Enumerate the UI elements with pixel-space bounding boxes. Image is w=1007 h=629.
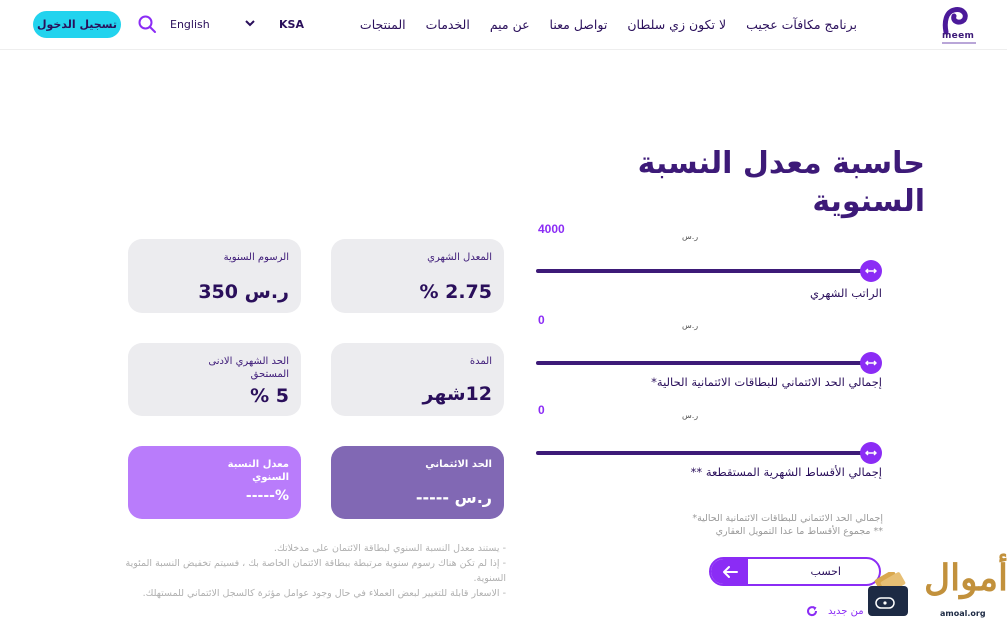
credit-limit-slider-group: 0 ر.س إجمالي الحد الائتماني للبطاقات الا… [536, 313, 882, 393]
refresh-icon [807, 606, 818, 617]
calculate-button[interactable]: احسب [709, 557, 881, 586]
arrow-left-icon [722, 565, 738, 578]
country-selector[interactable]: KSA [279, 18, 304, 31]
salary-currency: ر.س [682, 232, 699, 241]
installments-currency: ر.س [682, 411, 699, 420]
salary-slider-handle[interactable] [860, 260, 882, 282]
search-icon[interactable] [137, 14, 157, 34]
logo-tagline [942, 42, 976, 44]
salary-label: الراتب الشهري [810, 286, 882, 300]
nav-services[interactable]: الخدمات [426, 17, 470, 32]
nav-contact[interactable]: تواصل معنا [550, 17, 608, 32]
calculate-label: احسب [810, 565, 841, 578]
nav-rewards[interactable]: برنامج مكافآت عجيب [746, 17, 857, 32]
footnote-installments: ** مجموع الأقساط ما عدا التمويل العقاري [715, 526, 883, 537]
annual-fees-card: الرسوم السنوية ر.س 350 [128, 239, 301, 313]
reset-button[interactable]: من جديد [806, 605, 864, 617]
installments-slider-handle[interactable] [860, 442, 882, 464]
installments-value[interactable]: 0 [538, 403, 545, 417]
footnote-credit-limit: إجمالي الحد الائتماني للبطاقات الائتماني… [692, 513, 883, 524]
nav-about[interactable]: عن ميم [490, 17, 530, 32]
min-monthly-label: الحد الشهري الادنى المستحق [208, 356, 289, 380]
top-navbar: meem المنتجات الخدمات عن ميم تواصل معنا … [0, 0, 1007, 50]
min-monthly-value: 5 % [250, 385, 289, 407]
credit-limit-result-label: الحد الائتماني [425, 459, 492, 470]
installments-label: إجمالي الأقساط الشهرية المستقطعة ** [690, 465, 882, 479]
monthly-rate-label: المعدل الشهري [427, 252, 492, 263]
salary-slider-track[interactable] [536, 269, 866, 273]
nav-campaign[interactable]: لا تكون زي سلطان [627, 17, 726, 32]
annual-fees-label: الرسوم السنوية [223, 252, 289, 263]
credit-limit-label: إجمالي الحد الائتماني للبطاقات الائتماني… [651, 375, 882, 389]
min-monthly-card: الحد الشهري الادنى المستحق 5 % [128, 343, 301, 416]
credit-limit-slider-handle[interactable] [860, 352, 882, 374]
monthly-rate-value: 2.75 % [419, 281, 492, 303]
apr-result-value: %----- [245, 488, 289, 504]
apr-result-card: معدل النسبة السنوي %----- [128, 446, 301, 519]
duration-label: المدة [469, 356, 492, 367]
annual-fees-value: ر.س 350 [198, 281, 289, 303]
credit-limit-result-value: ر.س ----- [415, 488, 492, 507]
credit-limit-result-card: الحد الائتماني ر.س ----- [331, 446, 504, 519]
login-button[interactable]: تسجيل الدخول [33, 11, 121, 38]
meem-logo-icon [942, 7, 968, 34]
installments-slider-track[interactable] [536, 451, 866, 455]
page-title: حاسبة معدل النسبة السنوية [637, 146, 925, 219]
disclaimer-item: - الاسعار قابلة للتغيير لبعض العملاء في … [142, 588, 506, 599]
credit-limit-slider-track[interactable] [536, 361, 866, 365]
disclaimers: - يستند معدل النسبة السنوي لبطاقة الائتم… [124, 541, 506, 601]
apr-result-label: معدل النسبة السنوي [227, 459, 289, 483]
footnotes: إجمالي الحد الائتماني للبطاقات الائتماني… [692, 512, 883, 538]
horizontal-arrows-icon [865, 268, 877, 274]
disclaimer-item: - يستند معدل النسبة السنوي لبطاقة الائتم… [273, 543, 506, 554]
nav-products[interactable]: المنتجات [360, 17, 406, 32]
meem-logo[interactable]: meem [930, 4, 982, 46]
watermark-site: amoal.org [940, 609, 986, 618]
language-switch[interactable]: English [170, 18, 210, 31]
calculate-arrow [711, 559, 748, 584]
monthly-rate-card: المعدل الشهري 2.75 % [331, 239, 504, 313]
horizontal-arrows-icon [865, 360, 877, 366]
reset-label: من جديد [828, 605, 864, 617]
credit-limit-currency: ر.س [682, 321, 699, 330]
duration-value: 12شهر [422, 383, 493, 405]
credit-limit-value[interactable]: 0 [538, 313, 545, 327]
horizontal-arrows-icon [865, 450, 877, 456]
chevron-down-icon[interactable] [244, 17, 256, 29]
wallet-icon [868, 572, 908, 616]
salary-slider-group: 4000 ر.س الراتب الشهري [536, 222, 882, 302]
page: meem المنتجات الخدمات عن ميم تواصل معنا … [0, 0, 1007, 629]
salary-value[interactable]: 4000 [538, 222, 565, 236]
installments-slider-group: 0 ر.س إجمالي الأقساط الشهرية المستقطعة *… [536, 403, 882, 483]
watermark-brand: أموال [924, 557, 1007, 599]
logo-wordmark: meem [942, 31, 975, 41]
disclaimer-item: - إذا لم تكن هناك رسوم سنوية مرتبطة ببطا… [125, 558, 506, 584]
watermark: أموال amoal.org [866, 552, 1007, 629]
main-nav: المنتجات الخدمات عن ميم تواصل معنا لا تك… [360, 17, 857, 32]
duration-card: المدة 12شهر [331, 343, 504, 416]
